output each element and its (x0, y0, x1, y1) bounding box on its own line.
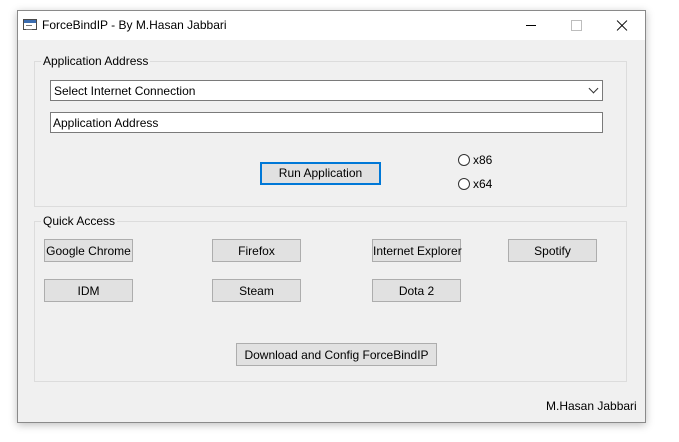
author-label: M.Hasan Jabbari (546, 399, 637, 413)
internet-explorer-button[interactable]: Internet Explorer (372, 239, 462, 262)
radio-circle-icon[interactable] (458, 178, 470, 190)
quick-access-group: Quick Access Google Chrome Firefox Inter… (34, 214, 627, 382)
download-config-button[interactable]: Download and Config ForceBindIP (236, 343, 437, 366)
radio-circle-icon[interactable] (458, 154, 470, 166)
main-window: ForceBindIP - By M.Hasan Jabbari Applica… (17, 10, 646, 423)
radio-x64[interactable]: x64 (458, 177, 518, 193)
application-address-group: Application Address Select Internet Conn… (34, 54, 627, 207)
run-application-button[interactable]: Run Application (260, 162, 381, 185)
radio-x86[interactable]: x86 (458, 153, 518, 169)
idm-button[interactable]: IDM (44, 279, 133, 302)
internet-connection-selected: Select Internet Connection (54, 84, 196, 98)
radio-x86-label[interactable]: x86 (473, 153, 492, 167)
google-chrome-button[interactable]: Google Chrome (44, 239, 133, 262)
maximize-icon[interactable] (554, 11, 600, 40)
internet-connection-select[interactable]: Select Internet Connection (50, 80, 603, 101)
application-address-legend: Application Address (41, 54, 151, 68)
application-window-icon (23, 19, 37, 30)
window-title: ForceBindIP - By M.Hasan Jabbari (42, 18, 227, 32)
dota-2-button[interactable]: Dota 2 (372, 279, 461, 302)
application-address-input[interactable] (50, 112, 603, 133)
quick-access-legend: Quick Access (41, 214, 118, 228)
radio-x64-label[interactable]: x64 (473, 177, 492, 191)
spotify-button[interactable]: Spotify (508, 239, 597, 262)
firefox-button[interactable]: Firefox (212, 239, 301, 262)
minimize-icon[interactable] (508, 11, 554, 40)
chevron-down-icon[interactable] (589, 85, 598, 94)
steam-button[interactable]: Steam (212, 279, 301, 302)
close-icon[interactable] (599, 11, 645, 40)
title-bar[interactable]: ForceBindIP - By M.Hasan Jabbari (18, 11, 645, 40)
